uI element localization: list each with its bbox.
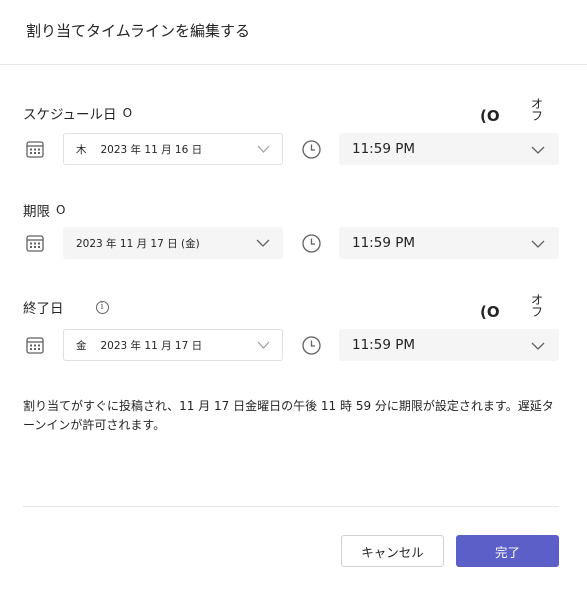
schedule-label-row: スケジュール日 O: [23, 103, 132, 123]
close-date-weekday: 金: [76, 339, 87, 352]
due-date-picker[interactable]: 2023 年 11 月 17 日 (金): [63, 227, 283, 259]
calendar-icon: [24, 138, 46, 160]
clock-icon: [300, 334, 322, 356]
chevron-down-icon: [531, 339, 545, 355]
close-date-value: 2023 年 11 月 17 日: [100, 339, 203, 352]
schedule-marker: O: [122, 106, 133, 120]
schedule-label: スケジュール日: [23, 107, 117, 123]
timeline-summary-message: 割り当てがすぐに投稿され、11 月 17 日金曜日の午後 11 時 59 分に期…: [23, 399, 554, 432]
close-toggle-label: オフ: [531, 293, 544, 319]
chevron-down-icon: [256, 238, 270, 251]
chevron-down-icon: [257, 340, 270, 353]
close-date-picker[interactable]: 金 2023 年 11 月 17 日: [63, 329, 283, 361]
title-divider: [0, 64, 587, 65]
clock-icon: [300, 138, 322, 160]
due-label-row: 期限 O: [23, 200, 65, 220]
due-marker: O: [56, 203, 66, 217]
schedule-date-value: 2023 年 11 月 16 日: [100, 143, 203, 156]
due-label: 期限: [23, 204, 50, 220]
schedule-date-picker[interactable]: 木 2023 年 11 月 16 日: [63, 133, 283, 165]
due-time-picker[interactable]: 11:59 PM: [339, 227, 559, 259]
dialog-title: 割り当てタイムラインを編集する: [26, 22, 250, 40]
chevron-down-icon: [531, 237, 545, 253]
close-time-value: 11:59 PM: [352, 337, 415, 353]
schedule-toggle-circle: (O: [480, 107, 500, 125]
calendar-icon: [24, 232, 46, 254]
schedule-date-weekday: 木: [76, 143, 87, 156]
info-icon[interactable]: i: [95, 300, 109, 314]
schedule-time-picker[interactable]: 11:59 PM: [339, 133, 559, 165]
schedule-toggle[interactable]: (O オフ: [480, 98, 543, 125]
close-label-row: 終了日 i: [23, 297, 109, 317]
schedule-toggle-label: オフ: [531, 97, 544, 123]
done-button[interactable]: 完了: [456, 535, 559, 567]
chevron-down-icon: [257, 144, 270, 157]
clock-icon: [300, 232, 322, 254]
chevron-down-icon: [531, 143, 545, 159]
close-toggle-circle: (O: [480, 303, 500, 321]
due-time-value: 11:59 PM: [352, 235, 415, 251]
schedule-time-value: 11:59 PM: [352, 141, 415, 157]
due-date-value: 2023 年 11 月 17 日 (金): [76, 237, 200, 250]
close-label: 終了日: [23, 301, 64, 317]
close-toggle[interactable]: (O オフ: [480, 294, 543, 321]
cancel-button[interactable]: キャンセル: [341, 535, 444, 567]
close-time-picker[interactable]: 11:59 PM: [339, 329, 559, 361]
footer-divider: [23, 506, 559, 507]
calendar-icon: [24, 334, 46, 356]
